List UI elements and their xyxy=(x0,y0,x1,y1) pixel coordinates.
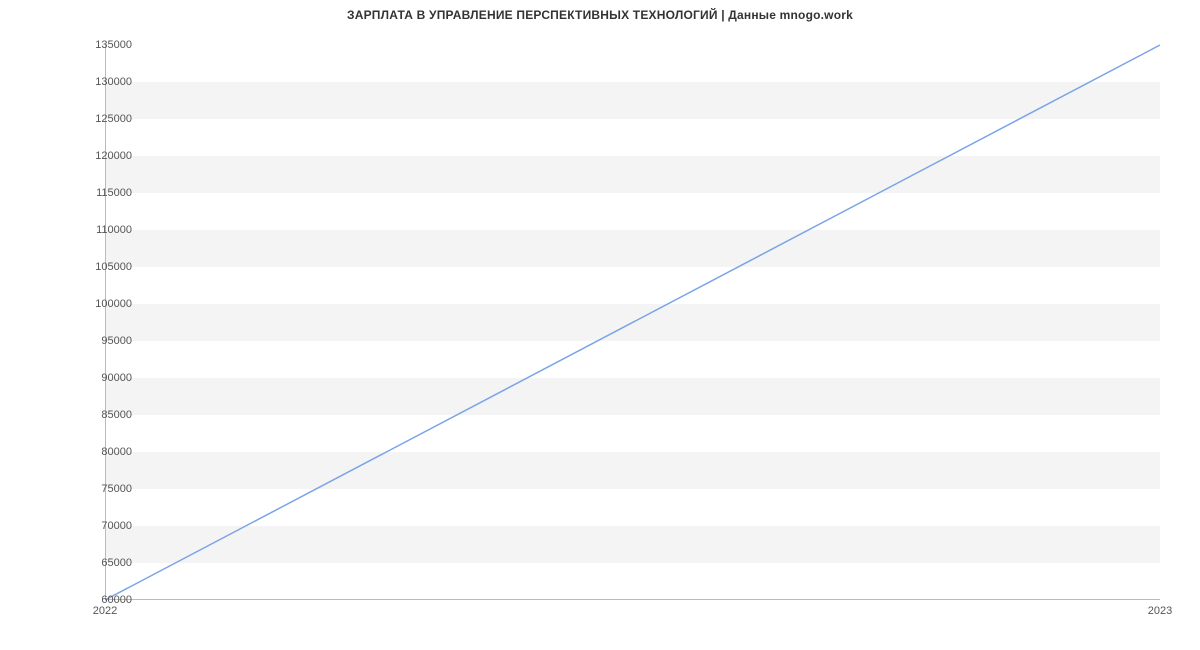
y-tick-label: 75000 xyxy=(101,483,132,495)
y-tick-label: 65000 xyxy=(101,557,132,569)
y-tick-label: 95000 xyxy=(101,335,132,347)
y-tick-label: 115000 xyxy=(96,187,132,199)
y-tick-label: 70000 xyxy=(101,520,132,532)
chart-line xyxy=(105,45,1160,600)
y-tick-label: 85000 xyxy=(101,409,132,421)
x-tick-label: 2023 xyxy=(1148,605,1172,617)
y-tick-label: 105000 xyxy=(95,261,132,273)
chart-title: ЗАРПЛАТА В УПРАВЛЕНИЕ ПЕРСПЕКТИВНЫХ ТЕХН… xyxy=(0,0,1200,22)
series-line xyxy=(105,45,1160,600)
y-tick-label: 110000 xyxy=(96,224,132,236)
y-tick-label: 80000 xyxy=(101,446,132,458)
y-tick-label: 125000 xyxy=(95,113,132,125)
y-tick-label: 100000 xyxy=(95,298,132,310)
y-tick-label: 135000 xyxy=(95,39,132,51)
y-tick-label: 90000 xyxy=(101,372,132,384)
y-tick-label: 130000 xyxy=(95,76,132,88)
plot-area xyxy=(105,45,1160,600)
y-tick-label: 120000 xyxy=(95,150,132,162)
x-tick-label: 2022 xyxy=(93,605,117,617)
